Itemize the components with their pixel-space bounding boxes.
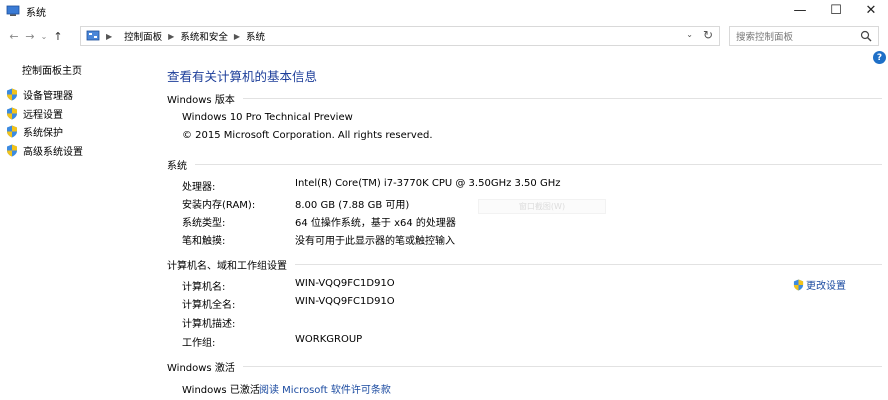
windows-edition-name: Windows 10 Pro Technical Preview: [182, 112, 353, 123]
breadcrumb-sep[interactable]: ▶: [168, 32, 180, 41]
uac-shield-icon: [7, 125, 17, 138]
full-computer-name-value: WIN-VQQ9FC1D91O: [295, 296, 395, 307]
section-heading: 计算机名、域和工作组设置: [167, 260, 287, 272]
control-panel-home-link[interactable]: 控制面板主页: [22, 62, 82, 77]
back-button[interactable]: ←: [6, 27, 22, 45]
change-settings-link[interactable]: 更改设置: [793, 277, 846, 292]
license-terms-link[interactable]: 阅读 Microsoft 软件许可条款: [259, 381, 391, 396]
search-box[interactable]: 搜索控制面板: [729, 26, 879, 46]
section-divider: [195, 163, 882, 165]
faded-screenshot-button: 窗口截图(W): [478, 199, 606, 214]
workgroup-value: WORKGROUP: [295, 334, 363, 345]
minimize-button[interactable]: —: [782, 0, 818, 20]
address-bar[interactable]: ▶ 控制面板 ▶ 系统和安全 ▶ 系统 ⌄ ↻: [80, 26, 720, 46]
uac-shield-icon: [7, 88, 17, 101]
address-row: ← → ⌄ ↑ ▶ 控制面板 ▶ 系统和安全 ▶ 系统 ⌄ ↻ 搜索控制面板: [0, 24, 888, 48]
breadcrumb-label: 系统: [246, 32, 266, 43]
system-protection-label: 系统保护: [23, 128, 63, 139]
breadcrumb-label: 系统和安全: [180, 32, 228, 43]
page-title: 查看有关计算机的基本信息: [167, 69, 318, 84]
window-title: 系统: [26, 7, 46, 19]
device-manager-label: 设备管理器: [23, 91, 73, 102]
computer-name-section: 计算机名、域和工作组设置: [167, 257, 882, 272]
system-type-value: 64 位操作系统，基于 x64 的处理器: [295, 218, 456, 229]
address-dropdown-icon[interactable]: ⌄: [686, 30, 693, 39]
advanced-system-settings-label: 高级系统设置: [23, 147, 83, 158]
uac-shield-icon: [7, 144, 17, 157]
copyright-text: © 2015 Microsoft Corporation. All rights…: [182, 130, 433, 141]
device-manager-link[interactable]: 设备管理器: [6, 87, 73, 102]
system-protection-link[interactable]: 系统保护: [6, 124, 63, 139]
computer-description-label: 计算机描述:: [182, 319, 236, 330]
forward-button[interactable]: →: [22, 27, 38, 45]
main-content: 查看有关计算机的基本信息 Windows 版本 Windows 10 Pro T…: [167, 52, 882, 400]
activation-status: Windows 已激活: [182, 385, 260, 396]
processor-value: Intel(R) Core(TM) i7-3770K CPU @ 3.50GHz…: [295, 178, 561, 189]
chevron-right-icon: ▶: [233, 31, 240, 41]
breadcrumb-system[interactable]: 系统: [246, 29, 265, 43]
windows-edition-section: Windows 版本: [167, 91, 882, 106]
chevron-right-icon: ▶: [168, 31, 175, 41]
processor-label: 处理器:: [182, 182, 216, 193]
computer-name-label: 计算机名:: [182, 282, 226, 293]
breadcrumb-system-security[interactable]: 系统和安全: [180, 29, 228, 43]
recent-locations-button[interactable]: ⌄: [38, 27, 50, 45]
advanced-system-settings-link[interactable]: 高级系统设置: [6, 143, 83, 158]
title-bar: 系统: [0, 0, 888, 22]
activation-section: Windows 激活: [167, 359, 882, 374]
uac-shield-icon: [7, 107, 17, 120]
close-button[interactable]: ✕: [853, 0, 888, 20]
uac-shield-icon: [793, 279, 804, 290]
system-app-icon: [6, 5, 20, 16]
system-section: 系统: [167, 157, 882, 172]
system-type-label: 系统类型:: [182, 218, 226, 229]
pen-touch-label: 笔和触摸:: [182, 236, 226, 247]
section-heading: Windows 版本: [167, 94, 235, 106]
chevron-right-icon: ▶: [106, 31, 113, 41]
change-settings-label: 更改设置: [806, 281, 846, 292]
workgroup-label: 工作组:: [182, 338, 216, 349]
computer-name-value: WIN-VQQ9FC1D91O: [295, 278, 395, 289]
breadcrumb-control-panel[interactable]: 控制面板: [124, 29, 162, 43]
breadcrumb-label: 控制面板: [124, 32, 163, 43]
breadcrumb-sep[interactable]: ▶: [234, 32, 246, 41]
section-heading: Windows 激活: [167, 362, 235, 374]
section-divider: [242, 365, 882, 367]
up-button[interactable]: ↑: [50, 27, 66, 45]
ram-label: 安装内存(RAM):: [182, 200, 256, 211]
left-task-pane: 控制面板主页 设备管理器 远程设置 系统保护 高级系统设置: [0, 52, 155, 400]
section-divider: [295, 263, 882, 265]
maximize-button[interactable]: ☐: [818, 0, 854, 20]
search-icon[interactable]: [860, 30, 872, 42]
ram-value: 8.00 GB (7.88 GB 可用): [295, 200, 410, 211]
search-input[interactable]: 搜索控制面板: [736, 29, 860, 43]
full-computer-name-label: 计算机全名:: [182, 300, 236, 311]
section-heading: 系统: [167, 160, 187, 172]
breadcrumb-root[interactable]: ▶: [106, 32, 118, 41]
remote-settings-link[interactable]: 远程设置: [6, 106, 63, 121]
section-divider: [242, 97, 882, 99]
remote-settings-label: 远程设置: [23, 110, 63, 121]
refresh-icon[interactable]: ↻: [703, 28, 713, 42]
control-panel-icon: [86, 30, 100, 41]
pen-touch-value: 没有可用于此显示器的笔或触控输入: [295, 236, 455, 247]
